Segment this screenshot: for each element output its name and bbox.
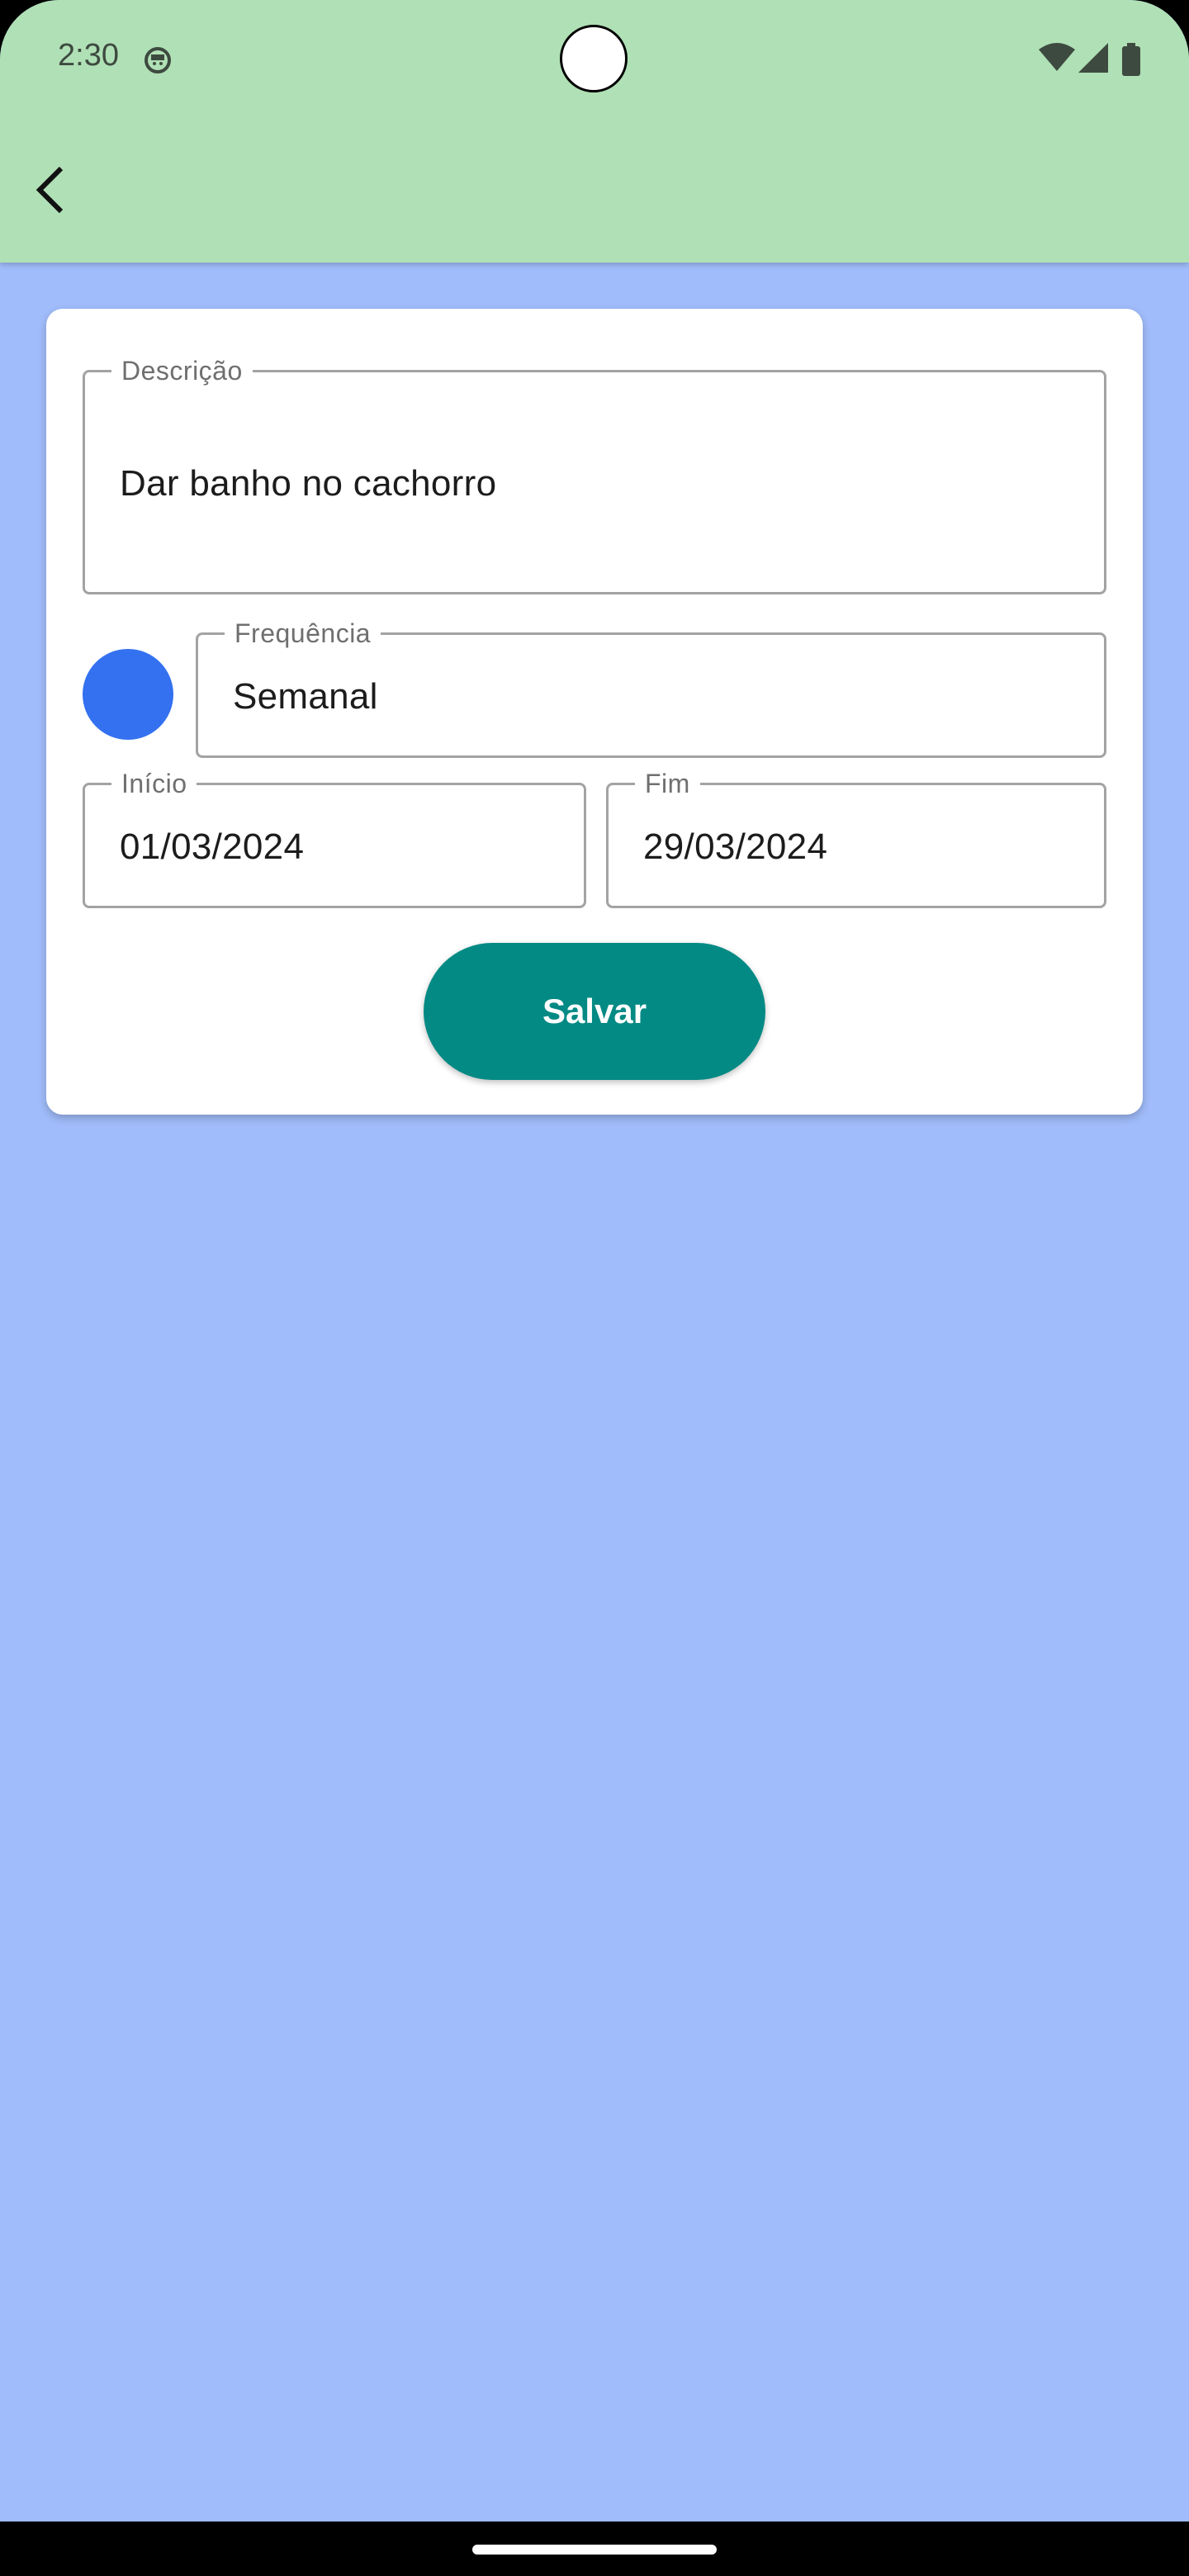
save-button[interactable]: Salvar (424, 943, 765, 1080)
arrow-back-icon (36, 166, 64, 214)
description-label: Descrição (111, 356, 253, 386)
app-notification-icon (144, 47, 171, 73)
home-indicator[interactable] (472, 2545, 717, 2555)
description-field[interactable]: Descrição Dar banho no cachorro (83, 356, 1106, 594)
start-date-field[interactable]: Início 01/03/2024 (83, 769, 586, 908)
status-time: 2:30 (58, 38, 119, 73)
frequency-value: Semanal (233, 676, 378, 717)
end-date-field[interactable]: Fim 29/03/2024 (606, 769, 1106, 908)
form-card: Descrição Dar banho no cachorro Frequênc… (46, 309, 1143, 1115)
back-button[interactable] (17, 157, 83, 223)
wifi-icon (1039, 43, 1075, 71)
app-bar: 2:30 (0, 0, 1189, 263)
signal-icon (1078, 43, 1108, 73)
end-date-value: 29/03/2024 (643, 826, 828, 867)
description-value: Dar banho no cachorro (120, 463, 497, 504)
camera-cutout (560, 25, 628, 92)
navigation-bar (0, 2522, 1189, 2576)
battery-icon (1122, 43, 1140, 76)
end-date-label: Fim (635, 769, 700, 798)
screen: 2:30 Descrição Dar banho no cachorro Fre… (0, 0, 1189, 2576)
start-date-value: 01/03/2024 (120, 826, 305, 867)
color-picker[interactable] (83, 649, 173, 740)
frequency-field[interactable]: Frequência Semanal (196, 618, 1106, 758)
frequency-label: Frequência (225, 618, 381, 648)
start-date-label: Início (111, 769, 197, 798)
